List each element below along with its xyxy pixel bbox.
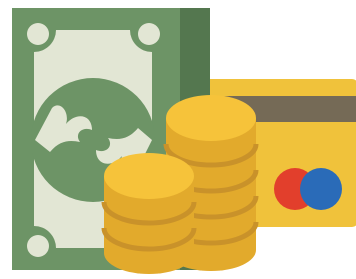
card-network-logo-icon (274, 168, 342, 210)
coin-stack-short-top (104, 153, 194, 199)
money-illustration (0, 0, 356, 279)
banknote-corner-dot-tl (27, 23, 49, 45)
coin-stack-short-icon (101, 153, 197, 274)
money-illustration-svg (12, 8, 356, 274)
card-logo-blue-circle (300, 168, 342, 210)
banknote-corner-dot-tr (138, 23, 160, 45)
banknote-corner-dot-bl (27, 235, 49, 257)
coin-stack-tall-top (166, 95, 256, 141)
